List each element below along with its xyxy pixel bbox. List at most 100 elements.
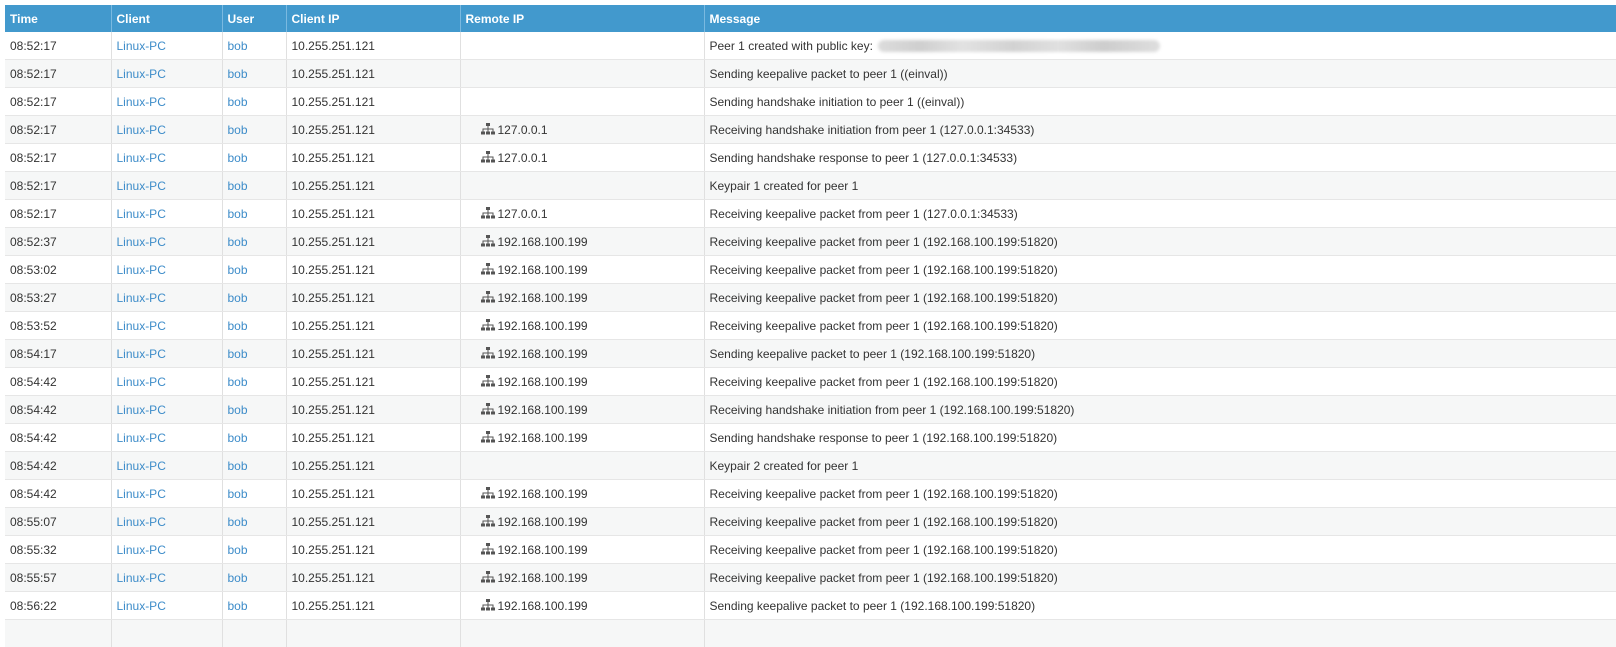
cell-user: bob [222, 451, 287, 480]
column-header-time[interactable]: Time [5, 5, 112, 32]
table-row[interactable]: 08:52:17 Linux-PC bob 10.255.251.121 Peer 1 … [5, 32, 1616, 60]
client-link[interactable]: Linux-PC [117, 263, 166, 277]
cell-user: bob [222, 171, 287, 200]
cell-message: Receiving handshake initiation from peer… [704, 395, 1616, 424]
table-row[interactable]: 08:54:42 Linux-PC bob 10.255.251.121 192.168… [5, 479, 1616, 508]
cell-client: Linux-PC [111, 367, 223, 396]
user-link[interactable]: bob [228, 39, 248, 53]
client-link[interactable]: Linux-PC [117, 347, 166, 361]
cell-user: bob [222, 563, 287, 592]
table-row[interactable] [5, 619, 1616, 647]
table-row[interactable]: 08:52:17 Linux-PC bob 10.255.251.121 Keypair… [5, 171, 1616, 200]
user-link[interactable]: bob [228, 543, 248, 557]
table-row[interactable]: 08:53:27 Linux-PC bob 10.255.251.121 192.168… [5, 283, 1616, 312]
cell-user: bob [222, 59, 287, 88]
client-link[interactable]: Linux-PC [117, 515, 166, 529]
table-row[interactable]: 08:52:17 Linux-PC bob 10.255.251.121 Sending… [5, 87, 1616, 116]
table-row[interactable]: 08:55:32 Linux-PC bob 10.255.251.121 192.168… [5, 535, 1616, 564]
network-icon [480, 206, 495, 219]
client-link[interactable]: Linux-PC [117, 375, 166, 389]
cell-remote-ip: 192.168.100.199 [460, 339, 705, 368]
client-link[interactable]: Linux-PC [117, 151, 166, 165]
network-icon [480, 150, 495, 163]
cell-client-ip: 10.255.251.121 [286, 479, 461, 508]
table-row[interactable]: 08:56:22 Linux-PC bob 10.255.251.121 192.168… [5, 591, 1616, 620]
user-link[interactable]: bob [228, 291, 248, 305]
cell-message: Sending keepalive packet to peer 1 (192.… [704, 339, 1616, 368]
cell-time: 08:54:42 [5, 367, 112, 396]
table-row[interactable]: 08:52:37 Linux-PC bob 10.255.251.121 192.168… [5, 227, 1616, 256]
cell-time [5, 619, 112, 647]
table-row[interactable]: 08:52:17 Linux-PC bob 10.255.251.121 Sending… [5, 59, 1616, 88]
user-link[interactable]: bob [228, 599, 248, 613]
user-link[interactable]: bob [228, 431, 248, 445]
table-row[interactable]: 08:55:07 Linux-PC bob 10.255.251.121 192.168… [5, 507, 1616, 536]
user-link[interactable]: bob [228, 151, 248, 165]
table-row[interactable]: 08:52:17 Linux-PC bob 10.255.251.121 127.0.0… [5, 115, 1616, 144]
column-header-client-ip[interactable]: Client IP [286, 5, 461, 32]
table-row[interactable]: 08:54:42 Linux-PC bob 10.255.251.121 Keypair… [5, 451, 1616, 480]
user-link[interactable]: bob [228, 67, 248, 81]
client-link[interactable]: Linux-PC [117, 39, 166, 53]
client-link[interactable]: Linux-PC [117, 179, 166, 193]
remote-ip-text: 192.168.100.199 [497, 346, 588, 361]
user-link[interactable]: bob [228, 571, 248, 585]
table-row[interactable]: 08:52:17 Linux-PC bob 10.255.251.121 127.0.0… [5, 199, 1616, 228]
cell-user: bob [222, 87, 287, 116]
cell-user: bob [222, 479, 287, 508]
cell-client-ip: 10.255.251.121 [286, 32, 461, 60]
user-link[interactable]: bob [228, 263, 248, 277]
column-header-message[interactable]: Message [704, 5, 1616, 32]
column-header-client[interactable]: Client [111, 5, 223, 32]
client-link[interactable]: Linux-PC [117, 207, 166, 221]
network-icon [480, 570, 495, 583]
cell-client-ip: 10.255.251.121 [286, 339, 461, 368]
column-header-user[interactable]: User [222, 5, 287, 32]
client-link[interactable]: Linux-PC [117, 67, 166, 81]
client-link[interactable]: Linux-PC [117, 403, 166, 417]
user-link[interactable]: bob [228, 459, 248, 473]
user-link[interactable]: bob [228, 347, 248, 361]
user-link[interactable]: bob [228, 235, 248, 249]
cell-remote-ip [460, 451, 705, 480]
user-link[interactable]: bob [228, 515, 248, 529]
client-link[interactable]: Linux-PC [117, 431, 166, 445]
client-link[interactable]: Linux-PC [117, 319, 166, 333]
user-link[interactable]: bob [228, 403, 248, 417]
table-row[interactable]: 08:53:52 Linux-PC bob 10.255.251.121 192.168… [5, 311, 1616, 340]
client-link[interactable]: Linux-PC [117, 291, 166, 305]
cell-user: bob [222, 591, 287, 620]
client-link[interactable]: Linux-PC [117, 459, 166, 473]
table-row[interactable]: 08:54:42 Linux-PC bob 10.255.251.121 192.168… [5, 395, 1616, 424]
user-link[interactable]: bob [228, 487, 248, 501]
client-link[interactable]: Linux-PC [117, 571, 166, 585]
user-link[interactable]: bob [228, 319, 248, 333]
client-link[interactable]: Linux-PC [117, 599, 166, 613]
table-row[interactable]: 08:54:17 Linux-PC bob 10.255.251.121 192.168… [5, 339, 1616, 368]
user-link[interactable]: bob [228, 123, 248, 137]
user-link[interactable]: bob [228, 95, 248, 109]
table-row[interactable]: 08:52:17 Linux-PC bob 10.255.251.121 127.0.0… [5, 143, 1616, 172]
user-link[interactable]: bob [228, 375, 248, 389]
client-link[interactable]: Linux-PC [117, 543, 166, 557]
network-icon [480, 402, 495, 415]
log-table-container: Time Client User Client IP Remote IP Mes… [5, 5, 1616, 647]
cell-client: Linux-PC [111, 32, 223, 60]
cell-remote-ip: 192.168.100.199 [460, 591, 705, 620]
table-row[interactable]: 08:55:57 Linux-PC bob 10.255.251.121 192.168… [5, 563, 1616, 592]
cell-remote-ip: 192.168.100.199 [460, 535, 705, 564]
user-link[interactable]: bob [228, 179, 248, 193]
client-link[interactable]: Linux-PC [117, 95, 166, 109]
client-link[interactable]: Linux-PC [117, 123, 166, 137]
cell-client-ip: 10.255.251.121 [286, 451, 461, 480]
column-header-remote-ip[interactable]: Remote IP [460, 5, 705, 32]
client-link[interactable]: Linux-PC [117, 235, 166, 249]
cell-message: Sending handshake response to peer 1 (12… [704, 143, 1616, 172]
table-row[interactable]: 08:54:42 Linux-PC bob 10.255.251.121 192.168… [5, 423, 1616, 452]
client-link[interactable]: Linux-PC [117, 487, 166, 501]
cell-user: bob [222, 143, 287, 172]
remote-ip-text: 192.168.100.199 [497, 290, 588, 305]
table-row[interactable]: 08:53:02 Linux-PC bob 10.255.251.121 192.168… [5, 255, 1616, 284]
table-row[interactable]: 08:54:42 Linux-PC bob 10.255.251.121 192.168… [5, 367, 1616, 396]
user-link[interactable]: bob [228, 207, 248, 221]
